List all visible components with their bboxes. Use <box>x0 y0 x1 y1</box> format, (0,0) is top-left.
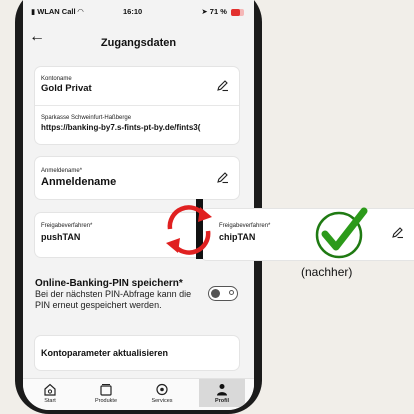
location-icon: ➤ <box>201 7 208 16</box>
login-card[interactable]: Anmeldename* Anmeldename <box>35 157 239 199</box>
freigabe-value: pushTAN <box>41 232 81 242</box>
page-title: Zugangsdaten <box>100 37 177 49</box>
nav-bar: ← Zugangsdaten <box>23 24 254 52</box>
pin-setting-title: Online-Banking-PIN speichern* <box>35 278 183 289</box>
freigabe-label: Freigabeverfahren* <box>41 223 93 229</box>
account-card: Kontoname Gold Privat Sparkasse Schweinf… <box>35 67 239 144</box>
divider <box>35 105 239 106</box>
update-parameters-label: Kontoparameter aktualisieren <box>41 348 169 358</box>
freigabe-card-after: Freigabeverfahren* chipTAN <box>201 209 414 260</box>
carrier-label: ▮ WLAN Call ◠ <box>31 7 84 16</box>
after-caption: (nachher) <box>301 265 353 279</box>
wallet-icon <box>100 383 112 396</box>
swap-arrows-icon <box>166 205 212 255</box>
home-icon <box>44 383 56 396</box>
pin-setting-description: Bei der nächsten PIN-Abfrage kann die PI… <box>35 289 192 310</box>
person-icon <box>217 384 227 396</box>
bank-label: Sparkasse Schweinfurt-Haßberge <box>41 115 132 121</box>
clock: 16:10 <box>123 7 143 16</box>
tab-profil[interactable]: Profil <box>199 379 245 407</box>
signal-icon: ▮ <box>31 7 36 16</box>
services-icon <box>156 383 168 396</box>
tab-bar: Start Produkte Services Profil <box>23 378 254 410</box>
tab-produkte[interactable]: Produkte <box>83 383 129 404</box>
pencil-icon <box>392 227 403 239</box>
freigabe-after-value: chipTAN <box>219 232 256 242</box>
battery-icon <box>231 8 244 16</box>
pencil-icon[interactable] <box>216 171 229 184</box>
toggle-knob <box>211 288 220 298</box>
freigabe-after-label: Freigabeverfahren* <box>219 223 271 229</box>
pin-toggle[interactable] <box>208 286 238 301</box>
login-value: Anmeldename <box>41 176 117 188</box>
tab-start[interactable]: Start <box>27 383 73 404</box>
login-label: Anmeldename* <box>41 168 83 174</box>
toggle-off-indicator <box>229 290 234 295</box>
phone-screen: ▮ WLAN Call ◠ 16:10 ➤ 71 % ← Zugangsdate… <box>23 0 254 410</box>
update-parameters-button[interactable]: Kontoparameter aktualisieren <box>35 336 239 370</box>
kontoname-label: Kontoname <box>41 76 72 82</box>
pencil-icon[interactable] <box>216 79 229 92</box>
battery-status: ➤ 71 % <box>201 7 244 16</box>
status-bar: ▮ WLAN Call ◠ 16:10 ➤ 71 % <box>23 0 254 22</box>
bank-url: https://banking-by7.s-fints-pt-by.de/fin… <box>41 123 201 132</box>
wifi-icon: ◠ <box>77 7 84 16</box>
checkmark-icon <box>315 207 368 259</box>
tab-services[interactable]: Services <box>139 383 185 404</box>
kontoname-value: Gold Privat <box>41 83 92 94</box>
